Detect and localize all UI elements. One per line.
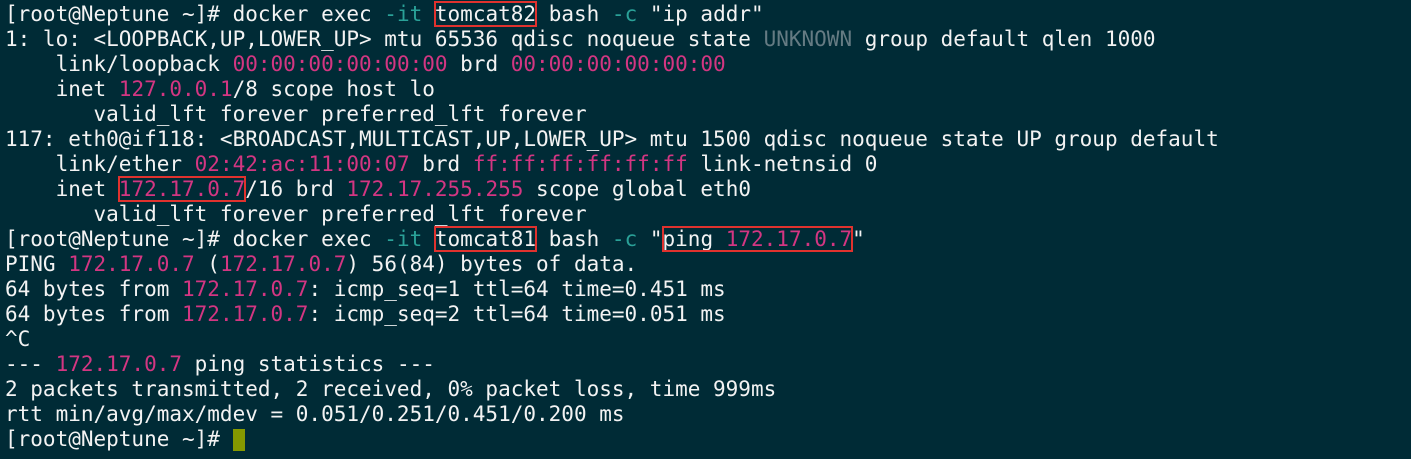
ping-command-highlight: ping 172.17.0.7 bbox=[661, 226, 854, 252]
prompt: [root@Neptune ~]# bbox=[5, 427, 233, 451]
prompt: [root@Neptune ~]# bbox=[5, 2, 233, 26]
command-line-1: [root@Neptune ~]# docker exec -it tomcat… bbox=[5, 1, 764, 27]
output-line: rtt min/avg/max/mdev = 0.051/0.251/0.451… bbox=[5, 402, 625, 426]
output-line: --- 172.17.0.7 ping statistics --- bbox=[5, 352, 435, 376]
output-line: link/ether 02:42:ac:11:00:07 brd ff:ff:f… bbox=[5, 152, 878, 176]
command-line-2: [root@Neptune ~]# docker exec -it tomcat… bbox=[5, 226, 865, 252]
output-line: 2 packets transmitted, 2 received, 0% pa… bbox=[5, 377, 777, 401]
output-line: 117: eth0@if118: <BROADCAST,MULTICAST,UP… bbox=[5, 127, 1219, 151]
cursor bbox=[232, 429, 245, 451]
container-name-highlight: tomcat82 bbox=[433, 1, 538, 27]
prompt: [root@Neptune ~]# bbox=[5, 227, 233, 251]
container-name-highlight: tomcat81 bbox=[433, 226, 538, 252]
output-line: valid_lft forever preferred_lft forever bbox=[5, 102, 587, 126]
terminal-window[interactable]: [root@Neptune ~]# docker exec -it tomcat… bbox=[0, 0, 1411, 459]
ip-address-highlight: 172.17.0.7 bbox=[117, 176, 247, 202]
output-line: ^C bbox=[5, 327, 31, 351]
output-line: 64 bytes from 172.17.0.7: icmp_seq=2 ttl… bbox=[5, 302, 726, 326]
output-line: PING 172.17.0.7 (172.17.0.7) 56(84) byte… bbox=[5, 252, 638, 276]
output-line: inet 172.17.0.7/16 brd 172.17.255.255 sc… bbox=[5, 176, 751, 202]
output-line: link/loopback 00:00:00:00:00:00 brd 00:0… bbox=[5, 52, 726, 76]
output-line: inet 127.0.0.1/8 scope host lo bbox=[5, 77, 435, 101]
output-line: 1: lo: <LOOPBACK,UP,LOWER_UP> mtu 65536 … bbox=[5, 27, 1156, 51]
output-line: 64 bytes from 172.17.0.7: icmp_seq=1 ttl… bbox=[5, 277, 726, 301]
output-line: valid_lft forever preferred_lft forever bbox=[5, 202, 587, 226]
command-line-3[interactable]: [root@Neptune ~]# bbox=[5, 427, 1411, 452]
